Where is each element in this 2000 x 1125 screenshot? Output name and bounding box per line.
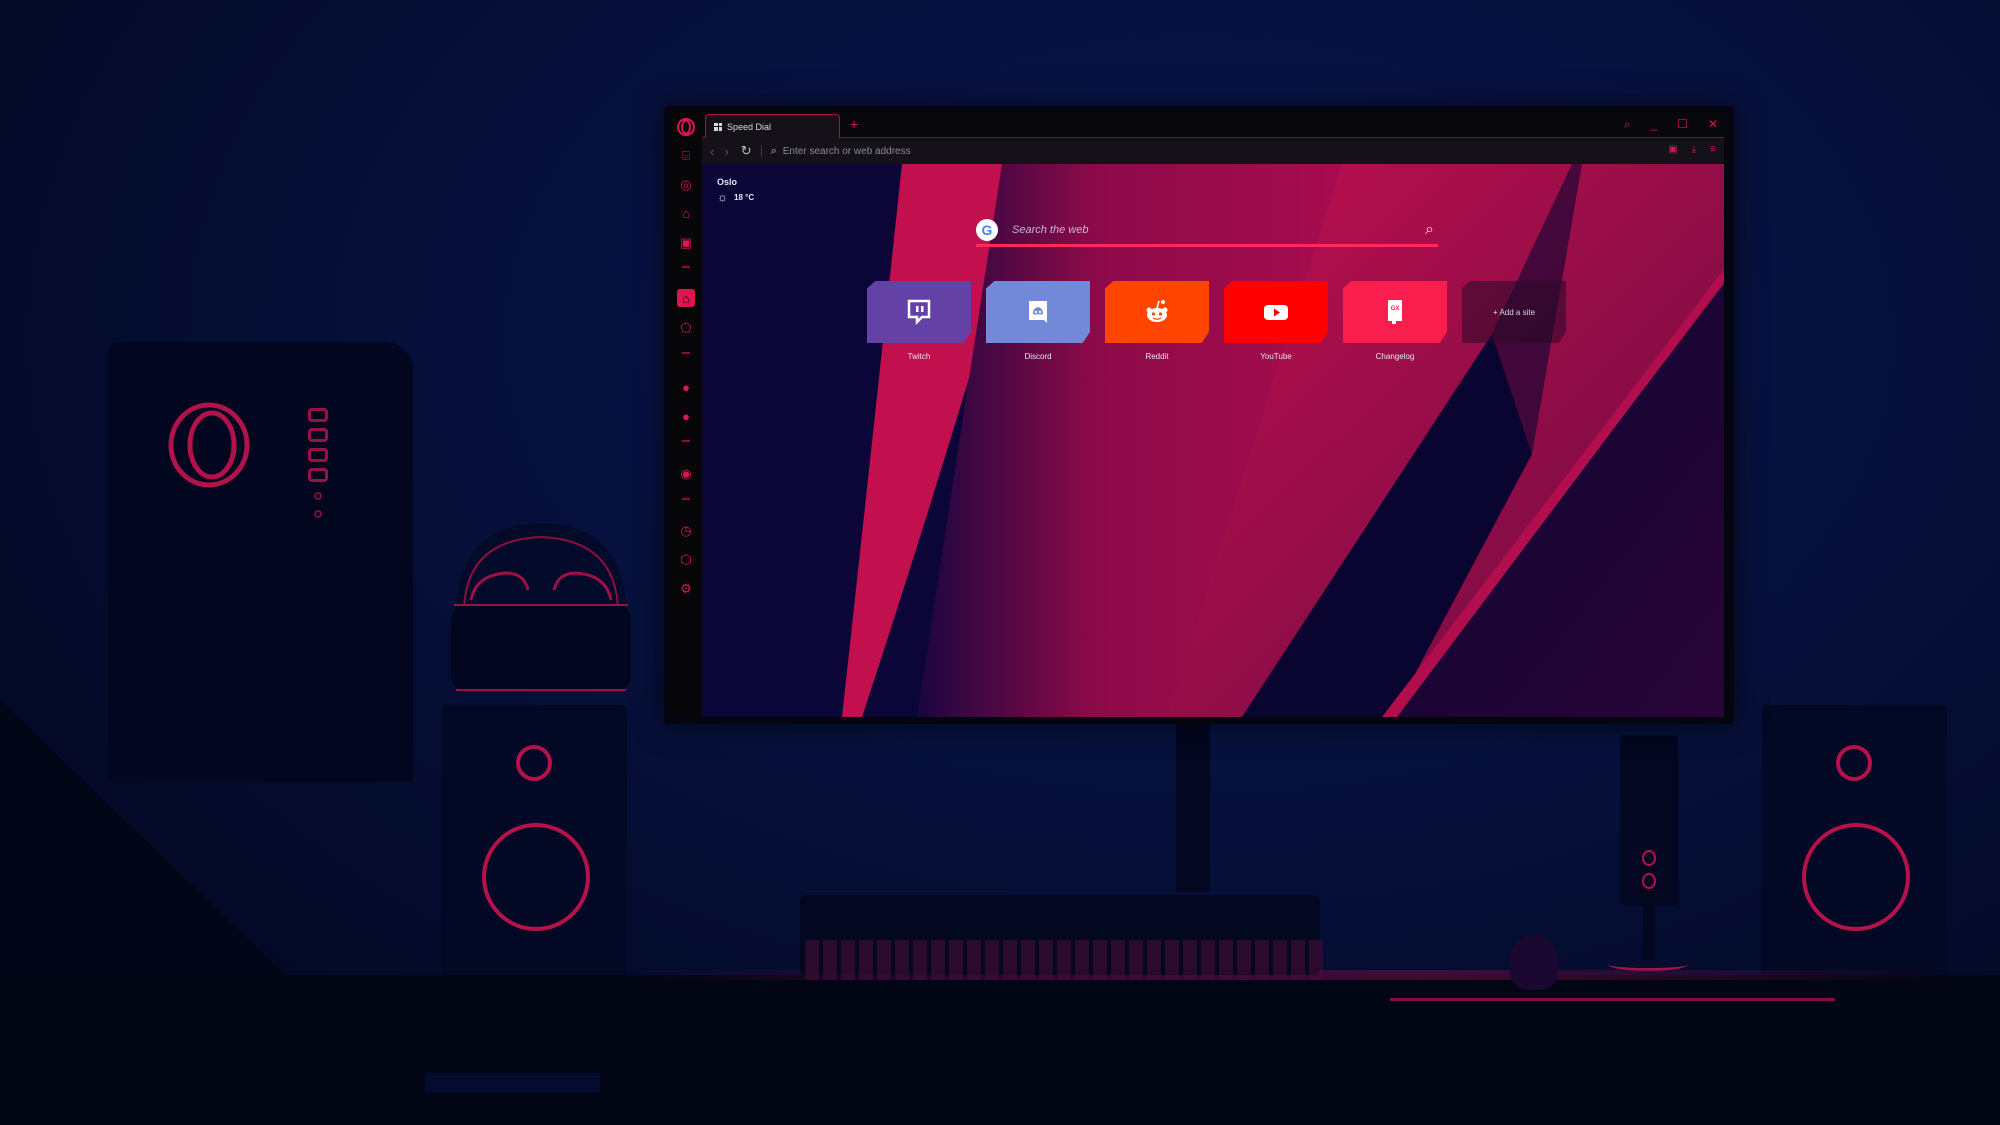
close-button[interactable]: ✕ xyxy=(1708,115,1718,133)
tile-card[interactable]: GX xyxy=(1343,281,1447,343)
address-bar-actions: ▣ ⤓ ≡ xyxy=(1668,144,1716,155)
speed-dial-tile-discord[interactable]: Discord xyxy=(986,281,1090,361)
back-button[interactable]: ‹ xyxy=(710,144,714,159)
browser-window: ⌸ ◎ ⌂ ▣ ⌂ ⬠ ● ● ◉ ◷ ⬡ ⚙ Speed Dial + ⌕ _… xyxy=(670,112,1724,717)
reflection xyxy=(425,1073,600,1093)
tile-label: YouTube xyxy=(1260,352,1292,361)
speed-dial-tile-changelog[interactable]: GX Changelog xyxy=(1343,281,1447,361)
speed-dial-icon[interactable]: ⌂ xyxy=(677,289,695,307)
changelog-icon: GX xyxy=(1388,300,1402,324)
speed-dial-tile-youtube[interactable]: YouTube xyxy=(1224,281,1328,361)
minimize-button[interactable]: _ xyxy=(1650,115,1657,133)
address-input[interactable]: Enter search or web address xyxy=(783,146,911,157)
speed-dial-tile-reddit[interactable]: Reddit xyxy=(1105,281,1209,361)
weather-temperature: 18 °C xyxy=(734,192,755,202)
speed-dial-page: Oslo ☼ 18 °C G Search the web ⌕ Twitch D… xyxy=(702,164,1724,717)
pc-vent xyxy=(308,408,328,422)
extensions-icon[interactable]: ⬡ xyxy=(677,550,695,568)
search-icon[interactable]: ⌕ xyxy=(1425,221,1434,239)
gx-badge-text: GX xyxy=(1391,306,1400,312)
speed-dial-tiles: Twitch Discord Reddit YouTube GX Changel… xyxy=(867,281,1566,361)
google-logo-icon: G xyxy=(976,219,998,241)
speed-dial-grid-icon xyxy=(714,122,722,131)
tile-card[interactable] xyxy=(986,281,1090,343)
download-icon[interactable]: ⤓ xyxy=(1692,144,1696,155)
tile-label: Changelog xyxy=(1375,352,1415,361)
tab-search-icon[interactable]: ⌕ xyxy=(1624,115,1631,133)
address-search-icon: ⌕ xyxy=(770,144,777,157)
messenger-icon[interactable]: ● xyxy=(677,378,695,396)
address-separator xyxy=(760,145,762,157)
snapshot-icon[interactable]: ▣ xyxy=(1668,144,1677,155)
twitch-icon[interactable]: ▣ xyxy=(677,233,695,251)
pc-tower xyxy=(108,342,413,782)
tile-label: Twitch xyxy=(907,352,931,361)
reload-button[interactable]: ↻ xyxy=(741,143,752,159)
woofer xyxy=(482,823,590,931)
pc-vent xyxy=(308,428,328,442)
tile-label: Reddit xyxy=(1145,352,1169,361)
maximize-button[interactable]: ☐ xyxy=(1677,115,1688,133)
news-icon[interactable]: ⬠ xyxy=(677,318,695,336)
tile-label: Discord xyxy=(1024,352,1052,361)
forward-button[interactable]: › xyxy=(724,144,728,159)
microphone xyxy=(1620,735,1678,905)
new-tab-button[interactable]: + xyxy=(850,116,858,132)
pc-vent xyxy=(308,448,328,462)
sidebar-separator xyxy=(682,352,690,354)
mic-led xyxy=(1642,850,1656,866)
address-bar: ‹ › ↻ ⌕ Enter search or web address ▣ ⤓ … xyxy=(702,138,1724,164)
reddit-icon xyxy=(1146,300,1168,322)
tweeter xyxy=(1836,745,1872,781)
mouse xyxy=(1510,935,1558,990)
tile-card[interactable] xyxy=(867,281,971,343)
gx-control-icon[interactable]: ◎ xyxy=(677,175,695,193)
mousepad xyxy=(1390,978,1835,1001)
speed-dial-tile-twitch[interactable]: Twitch xyxy=(867,281,971,361)
gx-corner-icon[interactable]: ⌂ xyxy=(677,204,695,222)
twitch-icon xyxy=(907,299,931,326)
pc-power-light xyxy=(314,492,322,500)
tile-card[interactable] xyxy=(1224,281,1328,343)
add-site-button[interactable]: + Add a site xyxy=(1462,281,1566,343)
pc-power-light xyxy=(314,510,322,518)
woofer xyxy=(1802,823,1910,931)
sidebar-separator xyxy=(682,498,690,500)
player-icon[interactable]: ◉ xyxy=(677,464,695,482)
whatsapp-icon[interactable]: ● xyxy=(677,407,695,425)
tile-card[interactable] xyxy=(1105,281,1209,343)
weather-widget[interactable]: Oslo ☼ 18 °C xyxy=(717,177,754,204)
youtube-icon xyxy=(1264,305,1288,320)
left-speaker xyxy=(442,705,627,985)
tab-bar: Speed Dial + ⌕ _ ☐ ✕ xyxy=(702,112,1724,138)
add-site-tile[interactable]: + Add a site xyxy=(1462,281,1566,361)
sidebar: ⌸ ◎ ⌂ ▣ ⌂ ⬠ ● ● ◉ ◷ ⬡ ⚙ xyxy=(670,112,702,717)
sidebar-separator xyxy=(682,266,690,268)
easy-setup-icon[interactable]: ≡ xyxy=(1710,144,1716,155)
tab-speed-dial[interactable]: Speed Dial xyxy=(705,114,840,138)
discord-icon xyxy=(1029,301,1047,323)
gamepad-icon[interactable]: ⌸ xyxy=(677,146,695,164)
search-input[interactable]: Search the web xyxy=(1012,224,1425,236)
weather-city: Oslo xyxy=(717,177,738,187)
sidebar-separator xyxy=(682,440,690,442)
settings-icon[interactable]: ⚙ xyxy=(677,579,695,597)
window-controls: ⌕ _ ☐ ✕ xyxy=(1624,115,1718,133)
tweeter xyxy=(516,745,552,781)
tab-label: Speed Dial xyxy=(727,121,772,132)
monitor-stand xyxy=(1176,722,1210,892)
mic-stem xyxy=(1643,900,1655,960)
keyboard-keys xyxy=(805,940,1325,980)
history-icon[interactable]: ◷ xyxy=(677,521,695,539)
opera-gx-logo xyxy=(168,402,250,488)
mic-led xyxy=(1642,873,1656,889)
opera-menu-icon[interactable] xyxy=(676,117,696,137)
vr-headset xyxy=(451,523,631,691)
partly-cloudy-icon: ☼ xyxy=(717,190,728,204)
pc-vent xyxy=(308,468,328,482)
right-speaker xyxy=(1762,705,1947,985)
web-search-box[interactable]: G Search the web ⌕ xyxy=(976,216,1438,247)
